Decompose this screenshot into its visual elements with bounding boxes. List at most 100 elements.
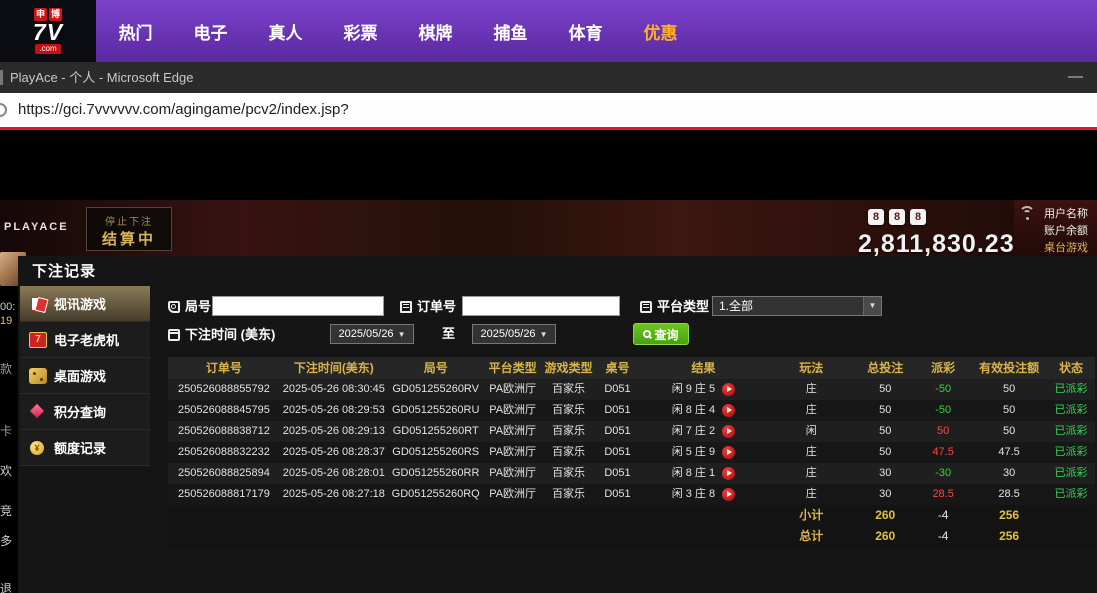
window-title-bar: PlayAce - 个人 - Microsoft Edge — — [0, 62, 1097, 93]
cell-payout: -50 — [915, 379, 971, 400]
result-text: 闲 8 庄 4 — [672, 400, 715, 421]
grand-total-row: 总计260-4256 — [168, 526, 1095, 547]
order-label: 订单号 — [400, 296, 456, 317]
list-icon — [640, 301, 652, 313]
cell-empty — [388, 526, 484, 547]
background-fragment: 竞 — [0, 502, 12, 519]
subtotal-label: 小计 — [767, 505, 855, 526]
background-fragment: 退 — [0, 580, 12, 593]
minimize-button[interactable]: — — [1068, 62, 1083, 91]
cell-result: 闲 8 庄 4 — [639, 400, 767, 421]
cell-valid-bet: 30 — [971, 463, 1047, 484]
column-header: 下注时间(美东) — [280, 357, 388, 379]
background-fragment: 卡 — [0, 422, 12, 439]
settling-label: 结算中 — [87, 228, 171, 249]
bet-records-panel: 下注记录 视讯游戏电子老虎机桌面游戏积分查询额度记录 局号 订单号 平台类型 1… — [18, 256, 1097, 593]
cell-platform: PA欧洲厅 — [484, 421, 542, 442]
status-badge: 已派彩 — [1047, 421, 1095, 442]
sidebar-item-table-games[interactable]: 桌面游戏 — [20, 358, 150, 394]
search-button-label: 查询 — [654, 326, 678, 343]
nav-item-board[interactable]: 棋牌 — [398, 0, 473, 62]
date-from-value: 2025/05/26 — [339, 328, 394, 340]
cell-payout: 50 — [915, 421, 971, 442]
cell-time: 2025-05-26 08:30:45 — [280, 379, 388, 400]
column-header: 玩法 — [767, 357, 855, 379]
column-header: 有效投注额 — [971, 357, 1047, 379]
table-row: 2505260888258942025-05-26 08:28:01GD0512… — [168, 463, 1095, 484]
cell-platform: PA欧洲厅 — [484, 442, 542, 463]
to-label: 至 — [442, 324, 455, 344]
dice-888: 888 — [868, 209, 926, 225]
replay-button[interactable] — [722, 404, 735, 417]
cell-table: D051 — [596, 379, 640, 400]
sidebar-item-slot-machine[interactable]: 电子老虎机 — [20, 322, 150, 358]
site-logo[interactable]: 申 博 7V .com — [0, 0, 96, 62]
replay-button[interactable] — [722, 488, 735, 501]
url-text[interactable]: https://gci.7vvvvvv.com/agingame/pcv2/in… — [18, 93, 349, 127]
cell-empty — [596, 526, 640, 547]
cell-empty — [484, 526, 542, 547]
cell-payout: -30 — [915, 463, 971, 484]
nav-item-slots[interactable]: 电子 — [173, 0, 248, 62]
replay-button[interactable] — [722, 446, 735, 459]
nav-item-live[interactable]: 真人 — [248, 0, 323, 62]
cell-empty — [542, 505, 596, 526]
reload-icon[interactable] — [0, 103, 7, 117]
address-bar[interactable]: https://gci.7vvvvvv.com/agingame/pcv2/in… — [0, 93, 1097, 127]
order-input[interactable] — [462, 296, 620, 316]
sidebar-item-label: 视讯游戏 — [54, 294, 106, 313]
sidebar-item-quota-records[interactable]: 额度记录 — [20, 430, 150, 466]
die-icon: 8 — [910, 209, 926, 225]
background-fragment: 多 — [0, 532, 12, 549]
subtotal-valid-bet: 256 — [971, 505, 1047, 526]
sidebar-item-points-query[interactable]: 积分查询 — [20, 394, 150, 430]
cell-time: 2025-05-26 08:28:37 — [280, 442, 388, 463]
replay-button[interactable] — [722, 467, 735, 480]
date-to-select[interactable]: 2025/05/26 ▼ — [472, 324, 556, 344]
jackpot-amount: 2,811,830.23 — [858, 230, 1015, 256]
logo-text: 7V — [33, 22, 63, 43]
cell-table: D051 — [596, 463, 640, 484]
result-text: 闲 5 庄 9 — [672, 442, 715, 463]
cell-empty — [280, 526, 388, 547]
date-to-value: 2025/05/26 — [481, 328, 536, 340]
sidebar-item-label: 额度记录 — [54, 438, 106, 457]
subtotal-total-bet: 260 — [855, 505, 915, 526]
tag-icon — [168, 301, 180, 313]
cell-platform: PA欧洲厅 — [484, 463, 542, 484]
playace-logo: PLAYACE — [4, 221, 69, 233]
search-button[interactable]: 查询 — [633, 323, 689, 345]
column-header: 订单号 — [168, 357, 280, 379]
cell-game: 百家乐 — [542, 463, 596, 484]
die-icon: 8 — [889, 209, 905, 225]
sidebar-item-video-games[interactable]: 视讯游戏 — [20, 286, 150, 322]
cell-game: 百家乐 — [542, 442, 596, 463]
replay-button[interactable] — [722, 383, 735, 396]
cell-empty — [484, 505, 542, 526]
nav-item-sports[interactable]: 体育 — [548, 0, 623, 62]
date-from-select[interactable]: 2025/05/26 ▼ — [330, 324, 414, 344]
cell-result: 闲 3 庄 8 — [639, 484, 767, 505]
result-text: 闲 8 庄 1 — [672, 463, 715, 484]
nav-item-promo[interactable]: 优惠 — [623, 0, 698, 62]
site-nav: 申 博 7V .com 热门电子真人彩票棋牌捕鱼体育优惠 — [0, 0, 1097, 62]
cell-result: 闲 5 庄 9 — [639, 442, 767, 463]
cell-payout: 28.5 — [915, 484, 971, 505]
banner: PLAYACE 停止下注 结算中 888 2,811,830.23 用户名称 账… — [0, 200, 1097, 256]
replay-button[interactable] — [722, 425, 735, 438]
nav-item-lottery[interactable]: 彩票 — [323, 0, 398, 62]
nav-item-fishing[interactable]: 捕鱼 — [473, 0, 548, 62]
cell-empty — [542, 526, 596, 547]
platform-label: 平台类型 — [640, 296, 709, 317]
calendar-icon — [168, 329, 180, 341]
nav-item-hot[interactable]: 热门 — [98, 0, 173, 62]
column-header: 游戏类型 — [542, 357, 596, 379]
cell-valid-bet: 50 — [971, 379, 1047, 400]
platform-select[interactable]: 1.全部 ▼ — [712, 296, 882, 316]
stop-betting-label: 停止下注 — [87, 213, 171, 228]
grand-total-payout: -4 — [915, 526, 971, 547]
cell-payout: -50 — [915, 400, 971, 421]
username-label: 用户名称 — [1044, 205, 1088, 221]
cell-order: 250526088825894 — [168, 463, 280, 484]
round-input[interactable] — [212, 296, 384, 316]
